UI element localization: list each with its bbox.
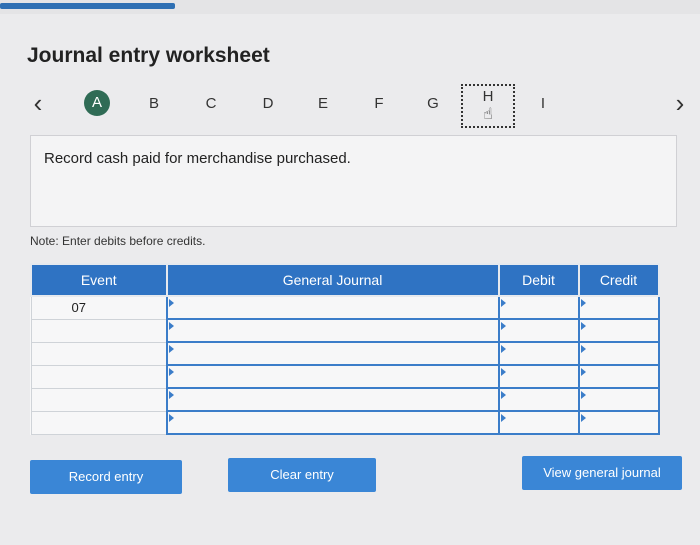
view-general-journal-button[interactable]: View general journal: [522, 456, 682, 490]
general-journal-input[interactable]: [165, 341, 500, 366]
journal-table: Event General Journal Debit Credit 07: [30, 263, 660, 435]
tab-i[interactable]: I: [529, 90, 557, 118]
credit-input[interactable]: [577, 295, 660, 320]
header-general-journal: General Journal: [165, 263, 500, 297]
progress-fill: [0, 3, 175, 9]
credit-input[interactable]: [577, 318, 660, 343]
table-row: [30, 410, 660, 435]
clear-entry-button[interactable]: Clear entry: [228, 458, 376, 492]
table-row: 07: [30, 295, 660, 320]
progress-bar: [0, 0, 700, 14]
record-entry-button[interactable]: Record entry: [30, 460, 182, 494]
tab-b[interactable]: B: [140, 90, 168, 118]
header-event: Event: [30, 263, 168, 297]
debit-input[interactable]: [497, 364, 580, 389]
general-journal-input[interactable]: [165, 295, 500, 320]
debit-input[interactable]: [497, 410, 580, 435]
credit-input[interactable]: [577, 341, 660, 366]
table-row: [30, 364, 660, 389]
credit-input[interactable]: [577, 410, 660, 435]
event-cell: [30, 364, 167, 389]
tab-f[interactable]: F: [365, 90, 393, 118]
entry-navigation: ‹ A B C D E F G H ☝ I ›: [20, 84, 695, 128]
tab-h-label: H: [482, 88, 494, 105]
tab-h[interactable]: H ☝: [461, 84, 515, 128]
general-journal-input[interactable]: [165, 318, 500, 343]
event-cell: [30, 318, 167, 343]
previous-arrow-icon[interactable]: ‹: [26, 88, 50, 118]
prompt-box: Record cash paid for merchandise purchas…: [30, 135, 677, 227]
page-title: Journal entry worksheet: [27, 44, 270, 67]
hand-pointer-icon: ☝: [483, 106, 493, 123]
general-journal-input[interactable]: [165, 410, 500, 435]
tab-a[interactable]: A: [84, 90, 110, 116]
tab-c[interactable]: C: [197, 90, 225, 118]
debit-input[interactable]: [497, 318, 580, 343]
table-row: [30, 318, 660, 343]
credit-input[interactable]: [577, 387, 660, 412]
event-cell: [30, 341, 167, 366]
debit-input[interactable]: [497, 387, 580, 412]
prompt-text: Record cash paid for merchandise purchas…: [44, 150, 351, 167]
debit-input[interactable]: [497, 341, 580, 366]
debit-input[interactable]: [497, 295, 580, 320]
header-credit: Credit: [577, 263, 660, 297]
note-text: Note: Enter debits before credits.: [30, 234, 206, 248]
tab-g[interactable]: G: [419, 90, 447, 118]
table-row: [30, 341, 660, 366]
next-arrow-icon[interactable]: ›: [668, 88, 692, 118]
event-cell: [30, 387, 167, 412]
header-debit: Debit: [497, 263, 580, 297]
event-cell: 07: [30, 295, 167, 320]
table-row: [30, 387, 660, 412]
tab-d[interactable]: D: [254, 90, 282, 118]
credit-input[interactable]: [577, 364, 660, 389]
general-journal-input[interactable]: [165, 364, 500, 389]
tab-e[interactable]: E: [309, 90, 337, 118]
general-journal-input[interactable]: [165, 387, 500, 412]
event-cell: [30, 410, 167, 435]
